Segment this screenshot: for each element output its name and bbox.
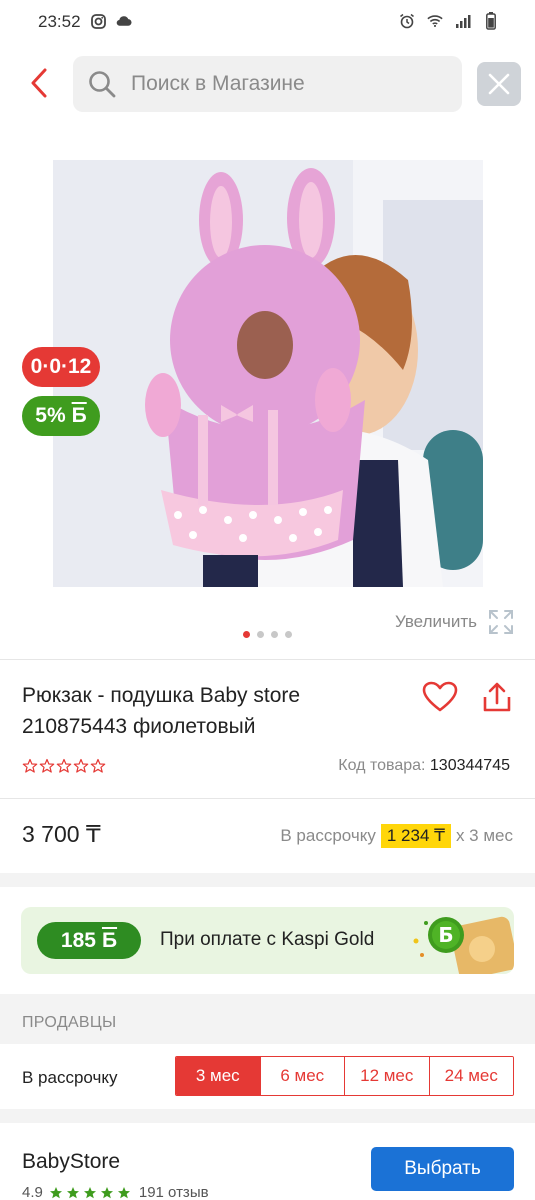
bonus-currency: Б: [71, 404, 87, 427]
battery-icon: [483, 12, 499, 30]
gold-bonus-currency: Б: [101, 928, 118, 952]
pagination-dot[interactable]: [285, 631, 292, 638]
term-option-3[interactable]: 3 мес: [176, 1057, 261, 1095]
bonus-percent: 5%: [35, 404, 66, 427]
product-image[interactable]: [53, 160, 483, 587]
seller-name[interactable]: BabyStore: [22, 1150, 120, 1174]
product-gallery[interactable]: 0·0·12 5% Б Увеличить: [0, 140, 535, 660]
term-option-24[interactable]: 24 мес: [429, 1057, 513, 1095]
close-icon: [488, 73, 510, 95]
cloud-icon: [116, 12, 132, 30]
signal-icon: [455, 12, 471, 30]
product-title: Рюкзак - подушка Baby store 210875443 фи…: [22, 684, 301, 738]
svg-text:Б: Б: [438, 923, 453, 947]
bonus-badge: 5% Б: [22, 396, 100, 436]
share-button[interactable]: [479, 678, 515, 716]
section-gap: [0, 1109, 535, 1123]
sku-label: Код товара:: [338, 757, 426, 774]
gallery-pagination: [0, 631, 535, 638]
installment-label: В рассрочку: [280, 826, 376, 845]
seller-rating: 4.9 191 отзыв: [22, 1184, 209, 1200]
chevron-left-icon: [31, 68, 47, 98]
product-sku: Код товара: 130344745: [338, 757, 510, 775]
search-input[interactable]: [131, 64, 451, 104]
share-icon: [483, 682, 511, 712]
pagination-dot[interactable]: [257, 631, 264, 638]
kaspi-gold-card-icon: Б: [404, 907, 514, 974]
heart-icon: [422, 681, 458, 712]
installment-term-selector: 3 мес 6 мес 12 мес 24 мес: [175, 1056, 514, 1096]
alarm-icon: [399, 12, 415, 30]
back-button[interactable]: [22, 64, 56, 102]
zoom-label: Увеличить: [395, 612, 477, 631]
seller-rating-value: 4.9: [22, 1184, 43, 1200]
status-bar: 23:52: [0, 0, 535, 44]
installment-term: х 3 мес: [455, 826, 513, 845]
pagination-dot[interactable]: [271, 631, 278, 638]
seller-stars: [49, 1186, 130, 1198]
installment-monthly: 1 234 ₸: [380, 824, 451, 848]
search-icon: [87, 69, 117, 99]
gold-bonus-amount: 185: [60, 928, 96, 952]
installment-info: В рассрочку 1 234 ₸ х 3 мес: [280, 824, 513, 848]
term-option-12[interactable]: 12 мес: [345, 1057, 430, 1095]
divider: [0, 798, 535, 799]
search-box[interactable]: [73, 56, 462, 112]
section-gap: [0, 873, 535, 887]
gold-bonus-badge: 185 Б: [37, 922, 141, 959]
pagination-dot[interactable]: [243, 631, 250, 638]
choose-seller-button[interactable]: Выбрать: [371, 1147, 514, 1191]
status-time: 23:52: [38, 12, 81, 31]
sku-value: 130344745: [429, 757, 510, 774]
favorite-button[interactable]: [421, 678, 459, 716]
wifi-icon: [427, 12, 443, 30]
term-option-6[interactable]: 6 мес: [260, 1057, 345, 1095]
instagram-icon: [90, 12, 106, 30]
installment-badge: 0·0·12: [22, 347, 100, 387]
gold-text: При оплате с Kaspi Gold: [160, 929, 375, 950]
sellers-section-title: ПРОДАВЦЫ: [22, 1014, 117, 1031]
installment-filter-label: В рассрочку: [22, 1068, 118, 1087]
rating-stars: [22, 758, 106, 774]
kaspi-gold-banner[interactable]: 185 Б При оплате с Kaspi Gold Б: [21, 907, 514, 974]
divider: [0, 659, 535, 660]
top-bar: [0, 54, 535, 112]
product-price: 3 700 ₸: [22, 821, 101, 847]
seller-reviews[interactable]: 191 отзыв: [139, 1184, 209, 1200]
close-button[interactable]: [477, 62, 521, 106]
